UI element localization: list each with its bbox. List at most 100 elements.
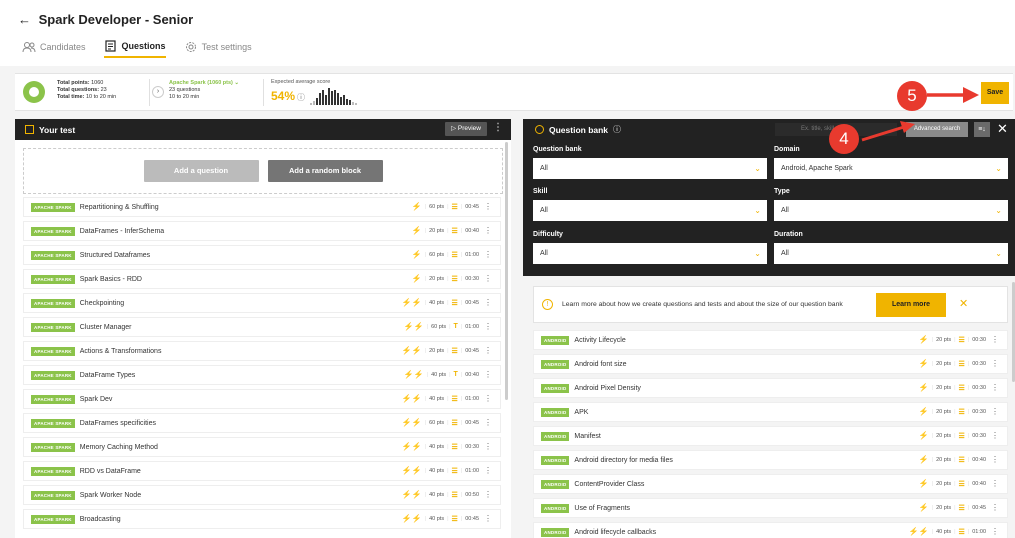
time-text: 00:30 [972, 384, 986, 391]
bank-question-row[interactable]: ANDROID Activity Lifecycle ⚡ | 20 pts | ☰ | 00:3… [533, 330, 1008, 350]
test-question-row[interactable]: APACHE SPARK Memory Caching Method ⚡⚡ | 40 p… [23, 437, 501, 457]
question-title: ContentProvider Class [574, 480, 645, 488]
more-options-icon[interactable]: ⋮ [484, 274, 492, 283]
add-random-block-button[interactable]: Add a random block [267, 160, 383, 182]
domain-select[interactable]: Android, Apache Spark ⌄ [774, 158, 1008, 179]
more-options-icon[interactable]: ⋮ [991, 335, 999, 344]
more-options-icon[interactable]: ⋮ [484, 346, 492, 355]
skill-tag: ANDROID [541, 527, 570, 537]
skill-tag: APACHE SPARK [31, 226, 75, 236]
difficulty-icon: ⚡⚡ [401, 514, 422, 523]
test-question-row[interactable]: APACHE SPARK Actions & Transformations ⚡⚡ |… [23, 341, 501, 361]
annotation-badge-5: 5 [897, 81, 927, 111]
time-text: 00:45 [465, 515, 479, 522]
question-title: Repartitioning & Shuffling [79, 203, 159, 211]
more-options-icon[interactable]: ⋮ [991, 359, 999, 368]
close-icon[interactable]: ✕ [959, 297, 968, 310]
tab-questions[interactable]: Questions [103, 40, 166, 58]
sort-icon[interactable]: ≡↓ [974, 122, 990, 137]
more-options-icon[interactable]: ⋮ [484, 202, 492, 211]
add-question-button[interactable]: Add a question [143, 160, 259, 182]
bank-question-row[interactable]: ANDROID Android lifecycle callbacks ⚡⚡ | 40 … [533, 522, 1008, 538]
question-title: Spark Basics - RDD [79, 275, 142, 283]
test-question-row[interactable]: APACHE SPARK RDD vs DataFrame ⚡⚡ | 40 pts | ☰ |… [23, 461, 501, 481]
list-type-icon: ☰ [958, 384, 965, 392]
more-options-icon[interactable]: ⋮ [484, 226, 492, 235]
more-options-icon[interactable]: ⋮ [484, 490, 492, 499]
tab-candidates[interactable]: Candidates [22, 40, 86, 58]
time-text: 01:00 [972, 528, 986, 535]
question-title: Structured Dataframes [79, 251, 151, 259]
question-meta: ⚡⚡ | 40 pts | ☰ | 01:00 ⋮ [401, 394, 492, 403]
points-text: 20 pts [936, 360, 952, 367]
difficulty-select[interactable]: All ⌄ [533, 243, 767, 264]
more-options-icon[interactable]: ⋮ [991, 503, 999, 512]
more-options-icon[interactable]: ⋮ [484, 370, 492, 379]
bank-question-row[interactable]: ANDROID APK ⚡ | 20 pts | ☰ | 00:30 ⋮ [533, 402, 1008, 422]
more-options-icon[interactable]: ⋮ [991, 407, 999, 416]
more-options-icon[interactable]: ⋮ [484, 298, 492, 307]
more-options-icon[interactable]: ⋮ [484, 250, 492, 259]
skill-tag: ANDROID [541, 407, 570, 417]
test-question-row[interactable]: APACHE SPARK Spark Worker Node ⚡⚡ | 40 pts | ☰… [23, 485, 501, 505]
more-options-icon[interactable]: ⋮ [991, 479, 999, 488]
skill-summary[interactable]: Apache Spark (1060 pts) ⌄ 23 questions 1… [169, 80, 239, 101]
points-text: 20 pts [936, 456, 952, 463]
more-options-icon[interactable]: ⋮ [484, 442, 492, 451]
test-question-row[interactable]: APACHE SPARK Structured Dataframes ⚡ | 60 pt… [23, 245, 501, 265]
close-icon[interactable]: ✕ [997, 121, 1008, 137]
more-options-icon[interactable]: ⋮ [991, 383, 999, 392]
preview-button[interactable]: ▷ Preview [445, 122, 487, 136]
question-bank-select[interactable]: All ⌄ [533, 158, 767, 179]
test-question-row[interactable]: APACHE SPARK Checkpointing ⚡⚡ | 40 pts | ☰ | 00:… [23, 293, 501, 313]
filter-panel: Question bank All ⌄ Domain Android, Apach… [523, 140, 1015, 276]
tab-test-settings[interactable]: Test settings [184, 40, 252, 58]
learn-more-button[interactable]: Learn more [876, 293, 946, 317]
time-text: 00:40 [972, 480, 986, 487]
question-title: Use of Fragments [574, 504, 631, 512]
bank-question-row[interactable]: ANDROID ContentProvider Class ⚡ | 20 pts | ☰ | 0… [533, 474, 1008, 494]
bank-question-row[interactable]: ANDROID Android font size ⚡ | 20 pts | ☰ | 00:30… [533, 354, 1008, 374]
list-type-icon: ☰ [958, 456, 965, 464]
points-text: 60 pts [431, 323, 447, 330]
difficulty-icon: ⚡⚡ [401, 466, 422, 475]
bank-question-row[interactable]: ANDROID Manifest ⚡ | 20 pts | ☰ | 00:30 ⋮ [533, 426, 1008, 446]
question-meta: ⚡ | 20 pts | ☰ | 00:30 ⋮ [918, 383, 999, 392]
duration-select[interactable]: All ⌄ [774, 243, 1008, 264]
more-options-icon[interactable]: ⋮ [484, 466, 492, 475]
test-question-row[interactable]: APACHE SPARK DataFrame Types ⚡⚡ | 40 pts | T | 0… [23, 365, 501, 385]
more-options-icon[interactable]: ⋮ [991, 527, 999, 536]
more-options-icon[interactable]: ⋮ [484, 394, 492, 403]
info-icon[interactable]: ⓘ [613, 124, 621, 135]
skill-select[interactable]: All ⌄ [533, 200, 767, 221]
bank-question-row[interactable]: ANDROID Android Pixel Density ⚡ | 20 pts | ☰ | 0… [533, 378, 1008, 398]
question-bank-panel: Question bank ⓘ Ex. title, skill, t Adva… [523, 119, 1015, 538]
more-options-icon[interactable]: ⋮ [484, 322, 492, 331]
test-question-row[interactable]: APACHE SPARK DataFrames - InferSchema ⚡ | 20… [23, 221, 501, 241]
test-question-row[interactable]: APACHE SPARK Spark Dev ⚡⚡ | 40 pts | ☰ | 01:00 ⋮ [23, 389, 501, 409]
bank-question-row[interactable]: ANDROID Use of Fragments ⚡ | 20 pts | ☰ | 00:45 ⋮ [533, 498, 1008, 518]
question-icon [535, 125, 544, 134]
question-title: Actions & Transformations [79, 347, 162, 355]
type-select[interactable]: All ⌄ [774, 200, 1008, 221]
back-arrow-icon[interactable]: ← [18, 12, 31, 27]
bank-question-row[interactable]: ANDROID Android directory for media files… [533, 450, 1008, 470]
test-question-row[interactable]: APACHE SPARK Spark Basics - RDD ⚡ | 20 pts | ☰… [23, 269, 501, 289]
add-question-zone: Add a question Add a random block [23, 148, 503, 194]
more-options-icon[interactable]: ⋮ [493, 123, 503, 133]
left-scrollbar[interactable] [505, 142, 508, 400]
skill-tag: APACHE SPARK [31, 418, 75, 428]
list-type-icon: ☰ [451, 299, 458, 307]
test-question-row[interactable]: APACHE SPARK Repartitioning & Shuffling ⚡ |… [23, 197, 501, 217]
more-options-icon[interactable]: ⋮ [484, 514, 492, 523]
test-question-row[interactable]: APACHE SPARK Cluster Manager ⚡⚡ | 60 pts | T | 0… [23, 317, 501, 337]
test-question-row[interactable]: APACHE SPARK DataFrames specificities ⚡⚡ | 6… [23, 413, 501, 433]
more-options-icon[interactable]: ⋮ [484, 418, 492, 427]
more-options-icon[interactable]: ⋮ [991, 455, 999, 464]
tab-test-settings-label: Test settings [201, 42, 252, 52]
expand-skills-button[interactable]: › [152, 86, 164, 98]
difficulty-icon: ⚡ [918, 503, 929, 512]
save-button[interactable]: Save [981, 82, 1009, 104]
more-options-icon[interactable]: ⋮ [991, 431, 999, 440]
test-question-row[interactable]: APACHE SPARK Broadcasting ⚡⚡ | 40 pts | ☰ | 00:4… [23, 509, 501, 529]
